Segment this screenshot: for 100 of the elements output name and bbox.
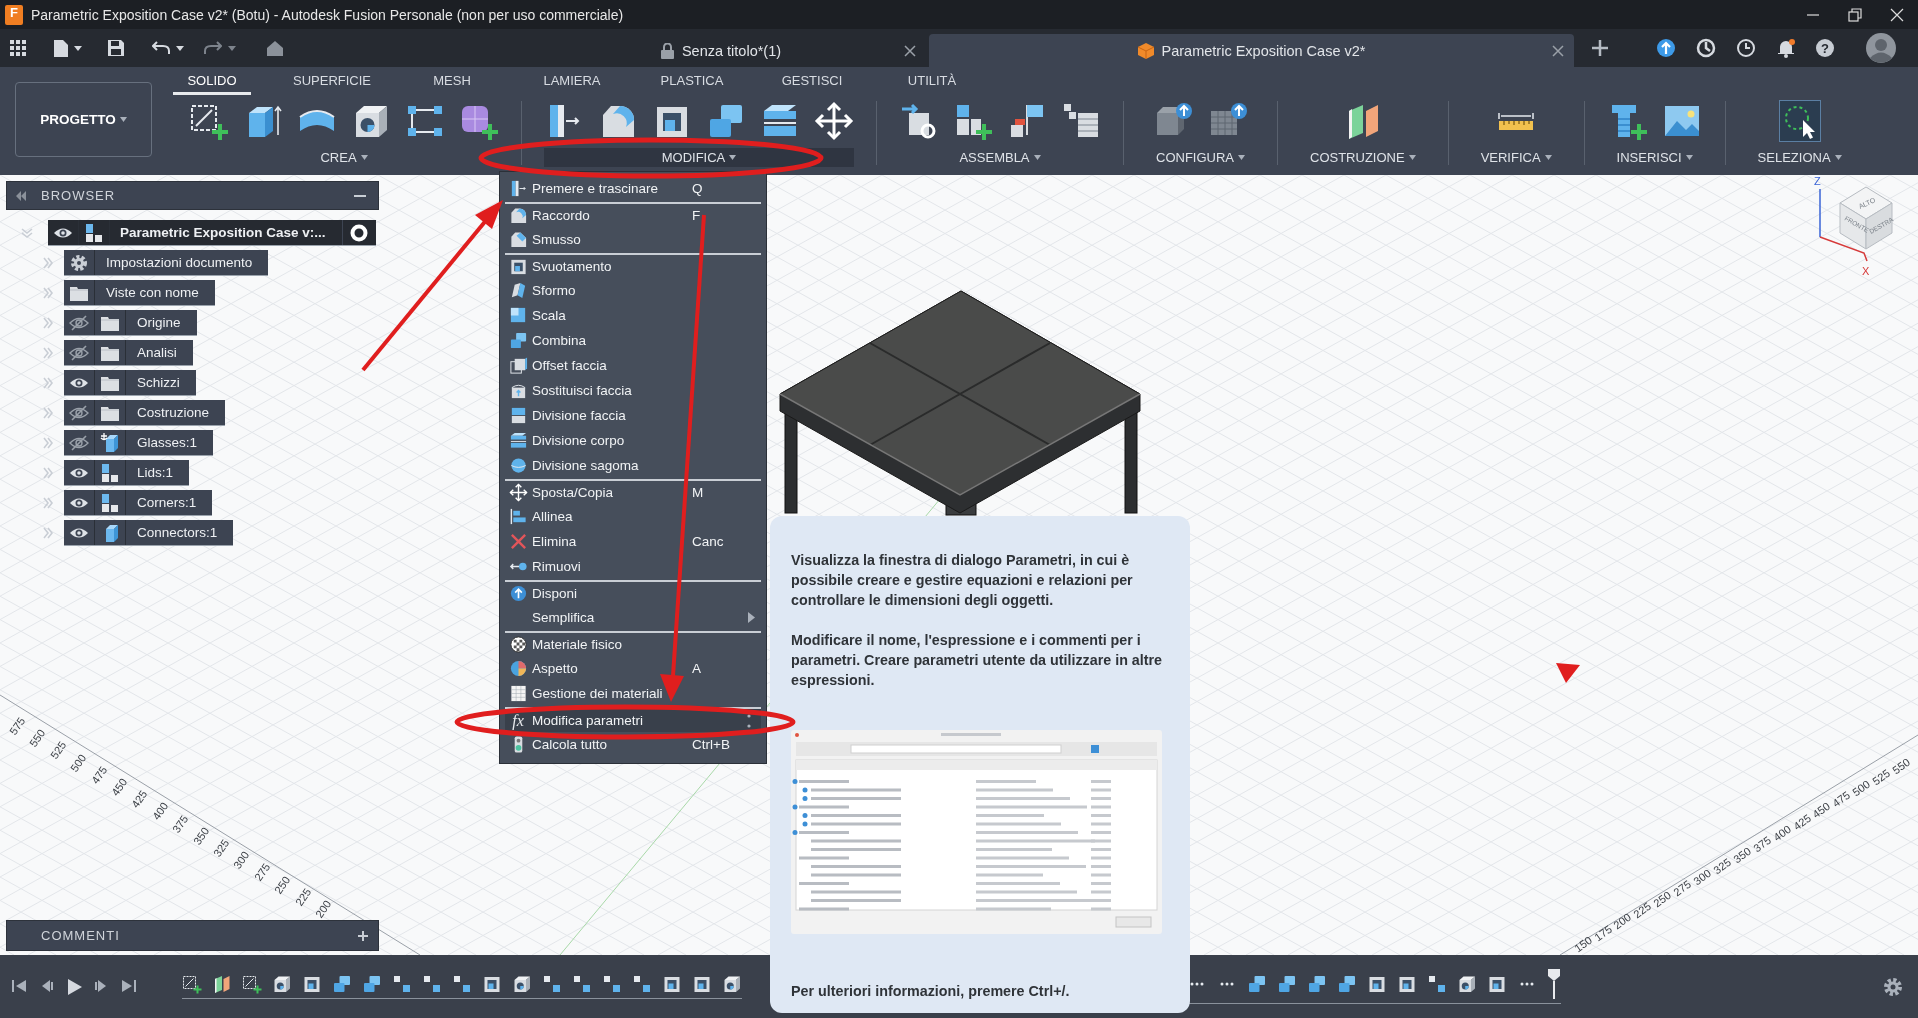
ribbon-group-menu[interactable]: VERIFICA [1470,148,1562,167]
tree-item[interactable]: Glasses:1 [64,430,214,455]
settings-icon[interactable] [1883,976,1903,997]
stacked-blocks-icon[interactable] [1307,974,1327,994]
hollow-cube-icon[interactable] [1367,974,1387,994]
menu-item[interactable]: Gestione dei materiali [505,681,761,706]
ribbon-group-menu[interactable]: ASSEMBLA [949,148,1051,167]
tree-item[interactable]: Origine [64,310,197,335]
ribbon-group-menu[interactable]: SELEZIONA [1747,148,1852,167]
menu-item[interactable]: Semplifica [505,605,761,630]
menu-item[interactable]: Sostituisci faccia [505,378,761,403]
menu-item[interactable]: Divisione faccia [505,403,761,428]
avatar-icon[interactable] [1866,33,1896,63]
play-icon[interactable] [66,978,82,995]
tree-item[interactable]: Corners:1 [64,490,213,515]
square-plus-icon[interactable] [182,974,202,994]
plus-icon[interactable] [358,930,368,941]
menu-item[interactable]: Smusso [505,227,761,252]
menu-item[interactable]: Elimina Canc [505,529,761,554]
small-cubes-icon[interactable] [602,974,622,994]
ribbon-tab[interactable]: GESTISCI [767,73,857,95]
collapse-icon[interactable] [15,190,27,201]
ribbon-tab[interactable]: SOLIDO [173,73,251,95]
skip-end-icon[interactable] [122,978,136,993]
hollow-cube-icon[interactable] [692,974,712,994]
small-cubes-icon[interactable] [452,974,472,994]
ribbon-tab[interactable]: PLASTICA [646,73,738,95]
more-icon[interactable] [747,714,751,728]
menu-item[interactable]: Rimuovi [505,554,761,579]
close-icon[interactable] [904,45,916,57]
redo-icon[interactable] [204,41,222,55]
hidden-eye-icon[interactable] [69,344,89,361]
stacked-blocks-icon[interactable] [1247,974,1267,994]
menu-item[interactable]: Divisione sagoma [505,453,761,478]
tree-item[interactable]: Lids:1 [64,460,190,485]
ribbon-tab[interactable]: SUPERFICIE [279,73,385,95]
ribbon-group-menu[interactable]: INSERISCI [1606,148,1703,167]
menu-item[interactable]: Allinea [505,504,761,529]
hollow-cube-icon[interactable] [1487,974,1507,994]
menu-item[interactable]: Materiale fisico [505,631,761,656]
square-plus-icon[interactable] [242,974,262,994]
caret-icon[interactable] [176,45,184,51]
ribbon-tab[interactable]: MESH [419,73,485,95]
apps-grid-icon[interactable] [10,40,26,56]
comments-panel-bar[interactable]: COMMENTI [6,920,379,951]
hollow-cube-icon[interactable] [302,974,322,994]
menu-item[interactable]: Sposta/Copia M [505,479,761,504]
plus-icon[interactable] [1592,40,1608,56]
menu-item[interactable]: Aspetto A [505,656,761,681]
hollow-cube-icon[interactable] [1397,974,1417,994]
timeline-marker-icon[interactable] [1547,969,1561,999]
document-tab[interactable]: Parametric Exposition Case v2* [929,34,1574,67]
stacked-blocks-icon[interactable] [1337,974,1357,994]
caret-icon[interactable] [74,45,82,51]
stacked-blocks-icon[interactable] [1277,974,1297,994]
cube-circle-icon[interactable] [272,974,292,994]
ribbon-tab[interactable]: UTILITÀ [893,73,971,95]
menu-item[interactable]: Sformo [505,278,761,303]
planes-icon[interactable] [212,974,232,994]
stacked-blocks-icon[interactable] [332,974,352,994]
project-button[interactable]: PROGETTO [15,82,152,157]
hidden-eye-icon[interactable] [69,314,89,331]
dashed-circle-cursor-icon[interactable] [1779,101,1820,141]
tree-item[interactable]: Impostazioni documento [64,250,269,275]
hollow-cube-icon[interactable] [662,974,682,994]
undo-icon[interactable] [152,41,170,55]
tree-item[interactable]: Connectors:1 [64,520,234,545]
menu-item[interactable]: Offset faccia [505,353,761,378]
file-icon[interactable] [54,39,68,57]
menu-item[interactable]: Calcola tutto Ctrl+B [505,732,761,757]
skip-start-icon[interactable] [12,978,26,993]
tree-item[interactable]: Viste con nome [64,280,215,305]
help-icon[interactable]: ? [1816,39,1834,57]
menu-item[interactable]: Raccordo F [505,202,761,227]
menu-item[interactable]: Scala [505,303,761,328]
menu-item[interactable]: Divisione corpo [505,428,761,453]
tree-item[interactable]: Parametric Exposition Case v:... [48,220,376,245]
document-tab[interactable]: Senza titolo*(1) [516,34,926,67]
small-cubes-icon[interactable] [542,974,562,994]
hidden-eye-icon[interactable] [69,434,89,451]
ribbon-group-menu[interactable]: MODIFICA [544,148,854,167]
hidden-eye-icon[interactable] [69,404,89,421]
clock-icon[interactable] [1736,38,1756,58]
ribbon-tab[interactable]: LAMIERA [529,73,615,95]
small-cubes-icon[interactable] [1427,974,1447,994]
tree-item[interactable]: Schizzi [64,370,196,395]
menu-item[interactable]: Svuotamento [505,253,761,278]
small-cubes-icon[interactable] [572,974,592,994]
cube-circle-icon[interactable] [1457,974,1477,994]
bell-icon[interactable] [1776,38,1796,58]
ribbon-group-menu[interactable]: CONFIGURA [1146,148,1255,167]
home-icon[interactable] [266,40,284,56]
small-cubes-icon[interactable] [392,974,412,994]
menu-item[interactable]: Premere e trascinare Q [505,176,761,201]
small-cubes-icon[interactable] [422,974,442,994]
stacked-blocks-icon[interactable] [362,974,382,994]
cube-circle-icon[interactable] [512,974,532,994]
four-way-arrow-icon[interactable] [814,101,854,141]
tree-item[interactable]: Analisi [64,340,193,365]
ribbon-group-menu[interactable]: CREA [310,148,378,167]
